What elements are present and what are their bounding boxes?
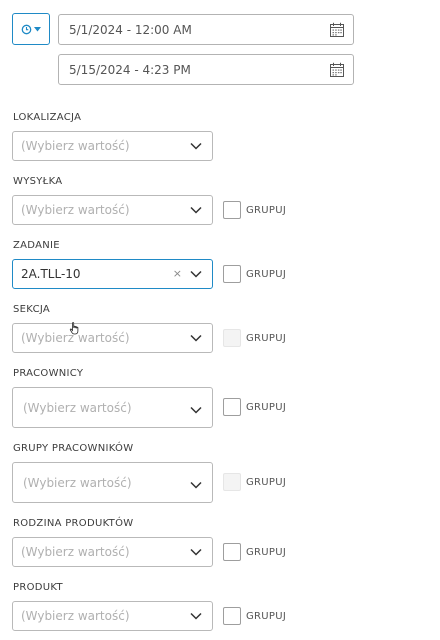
grupy-pracownikow-group-checkbox	[223, 473, 241, 491]
chevron-down-icon	[190, 334, 202, 342]
wysylka-group-label: GRUPUJ	[246, 205, 287, 216]
chevron-down-icon	[190, 477, 202, 489]
chevron-down-icon	[190, 548, 202, 556]
select-placeholder: (Wybierz wartość)	[21, 331, 130, 345]
zadanie-group-checkbox[interactable]	[223, 265, 241, 283]
select-placeholder: (Wybierz wartość)	[21, 203, 130, 217]
end-date-input[interactable]: 5/15/2024 - 4:23 PM	[58, 54, 354, 85]
rodzina-produktow-group-label: GRUPUJ	[246, 547, 287, 558]
hand-pointer-cursor-icon	[69, 320, 80, 339]
zadanie-group-label: GRUPUJ	[246, 269, 287, 280]
pracownicy-group-label: GRUPUJ	[246, 402, 287, 413]
sekcja-select[interactable]: (Wybierz wartość)	[12, 323, 213, 353]
zadanie-label: ZADANIE	[13, 240, 60, 251]
chevron-down-icon	[190, 142, 202, 150]
caret-down-icon	[34, 26, 41, 31]
pracownicy-label: PRACOWNICY	[13, 368, 84, 379]
grupy-pracownikow-select[interactable]: (Wybierz wartość)	[12, 462, 213, 503]
select-placeholder: (Wybierz wartość)	[21, 609, 130, 623]
calendar-icon[interactable]	[329, 62, 345, 78]
sekcja-label: SEKCJA	[13, 304, 51, 315]
sekcja-group-label: GRUPUJ	[246, 333, 287, 344]
calendar-icon[interactable]	[329, 22, 345, 38]
rodzina-produktow-label: RODZINA PRODUKTÓW	[13, 518, 134, 529]
select-value: 2A.TLL-10	[21, 267, 81, 281]
start-date-input[interactable]: 5/1/2024 - 12:00 AM	[58, 14, 354, 45]
rodzina-produktow-select[interactable]: (Wybierz wartość)	[12, 537, 213, 567]
wysylka-group-checkbox[interactable]	[223, 201, 241, 219]
zadanie-select[interactable]: 2A.TLL-10 ×	[12, 259, 213, 289]
select-placeholder: (Wybierz wartość)	[21, 139, 130, 153]
time-range-mode-button[interactable]	[12, 13, 50, 45]
lokalizacja-label: LOKALIZACJA	[13, 112, 82, 123]
select-placeholder: (Wybierz wartość)	[21, 545, 130, 559]
select-placeholder: (Wybierz wartość)	[23, 475, 132, 490]
produkt-label: PRODUKT	[13, 582, 63, 593]
clock-icon	[21, 24, 32, 34]
produkt-select[interactable]: (Wybierz wartość)	[12, 601, 213, 631]
produkt-group-checkbox[interactable]	[223, 607, 241, 625]
chevron-down-icon	[190, 612, 202, 620]
chevron-down-icon	[190, 270, 202, 278]
grupy-pracownikow-label: GRUPY PRACOWNIKÓW	[13, 443, 134, 454]
wysylka-label: WYSYŁKA	[13, 176, 63, 187]
produkt-group-label: GRUPUJ	[246, 611, 287, 622]
clear-icon[interactable]: ×	[173, 268, 182, 280]
select-placeholder: (Wybierz wartość)	[23, 400, 132, 415]
wysylka-select[interactable]: (Wybierz wartość)	[12, 195, 213, 225]
lokalizacja-select[interactable]: (Wybierz wartość)	[12, 131, 213, 161]
chevron-down-icon	[190, 402, 202, 414]
start-date-value: 5/1/2024 - 12:00 AM	[69, 22, 192, 37]
grupy-pracownikow-group-label: GRUPUJ	[246, 477, 287, 488]
end-date-value: 5/15/2024 - 4:23 PM	[69, 62, 191, 77]
chevron-down-icon	[190, 206, 202, 214]
sekcja-group-checkbox	[223, 329, 241, 347]
pracownicy-group-checkbox[interactable]	[223, 398, 241, 416]
rodzina-produktow-group-checkbox[interactable]	[223, 543, 241, 561]
pracownicy-select[interactable]: (Wybierz wartość)	[12, 387, 213, 428]
